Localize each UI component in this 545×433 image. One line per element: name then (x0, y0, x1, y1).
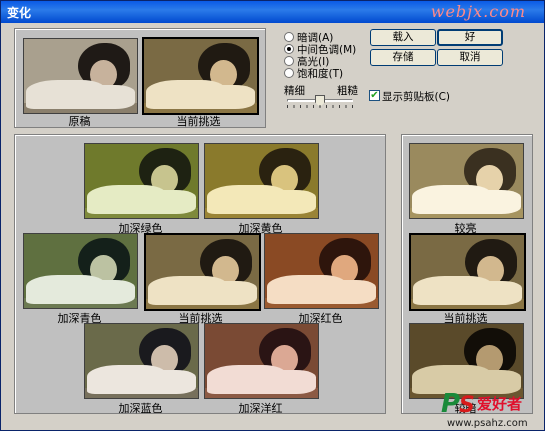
logo-text: 爱好者 (477, 395, 522, 413)
load-button[interactable]: 载入 (370, 29, 436, 46)
color-variation-thumb-3[interactable] (144, 233, 261, 311)
photo-content (205, 324, 318, 398)
radio-saturation[interactable] (284, 68, 294, 78)
watermark: webjx.com (430, 2, 526, 21)
color-variation-thumb-0[interactable] (84, 143, 199, 219)
color-variation-thumb-6[interactable] (204, 323, 319, 399)
photo-content (265, 234, 378, 308)
coarse-label: 粗糙 (337, 85, 358, 97)
window-title: 变化 (7, 6, 32, 20)
logo-url: www.psahz.com (447, 418, 528, 429)
svg-text:P: P (441, 389, 460, 419)
current-pick-preview (142, 37, 259, 115)
variations-dialog: 变化 webjx.com 原稿 当前挑选 暗调(A) 中间色调(M) 高光(I)… (0, 0, 545, 431)
photo-content (144, 39, 257, 113)
color-variation-thumb-1[interactable] (204, 143, 319, 219)
radio-highlights[interactable] (284, 56, 294, 66)
photo-content (24, 39, 137, 113)
title-bar[interactable]: 变化 webjx.com (1, 1, 544, 23)
show-clipping-label[interactable]: 显示剪贴板(C) (382, 89, 450, 104)
show-clipping-checkbox[interactable]: ✔ (369, 90, 380, 101)
slider-ticks (287, 105, 353, 108)
radio-saturation-label[interactable]: 饱和度(T) (297, 66, 343, 81)
color-variation-caption-5: 加深蓝色 (118, 402, 163, 415)
photo-content (24, 234, 137, 308)
photo-content (410, 144, 523, 218)
color-variation-thumb-4[interactable] (264, 233, 379, 309)
current-pick-caption: 当前挑选 (176, 115, 221, 128)
save-button[interactable]: 存储 (370, 49, 436, 66)
photo-content (85, 324, 198, 398)
brightness-variation-thumb-0[interactable] (409, 143, 524, 219)
ps-logo-icon: P S 爱好者 www.psahz.com (441, 389, 528, 429)
radio-midtones[interactable] (284, 44, 294, 54)
ok-button[interactable]: 好 (437, 29, 503, 46)
photo-content (411, 235, 524, 309)
original-caption: 原稿 (68, 115, 91, 128)
radio-shadows[interactable] (284, 32, 294, 42)
photo-content (146, 235, 259, 309)
color-variation-thumb-5[interactable] (84, 323, 199, 399)
brightness-variation-thumb-1[interactable] (409, 233, 526, 311)
original-preview (23, 38, 138, 114)
cancel-button[interactable]: 取消 (437, 49, 503, 66)
color-variation-thumb-2[interactable] (23, 233, 138, 309)
photo-content (85, 144, 198, 218)
color-variation-caption-6: 加深洋红 (238, 402, 283, 415)
fine-label: 精细 (284, 85, 305, 97)
svg-text:S: S (459, 393, 475, 418)
site-logo: P S 爱好者 www.psahz.com (439, 386, 543, 430)
photo-content (205, 144, 318, 218)
